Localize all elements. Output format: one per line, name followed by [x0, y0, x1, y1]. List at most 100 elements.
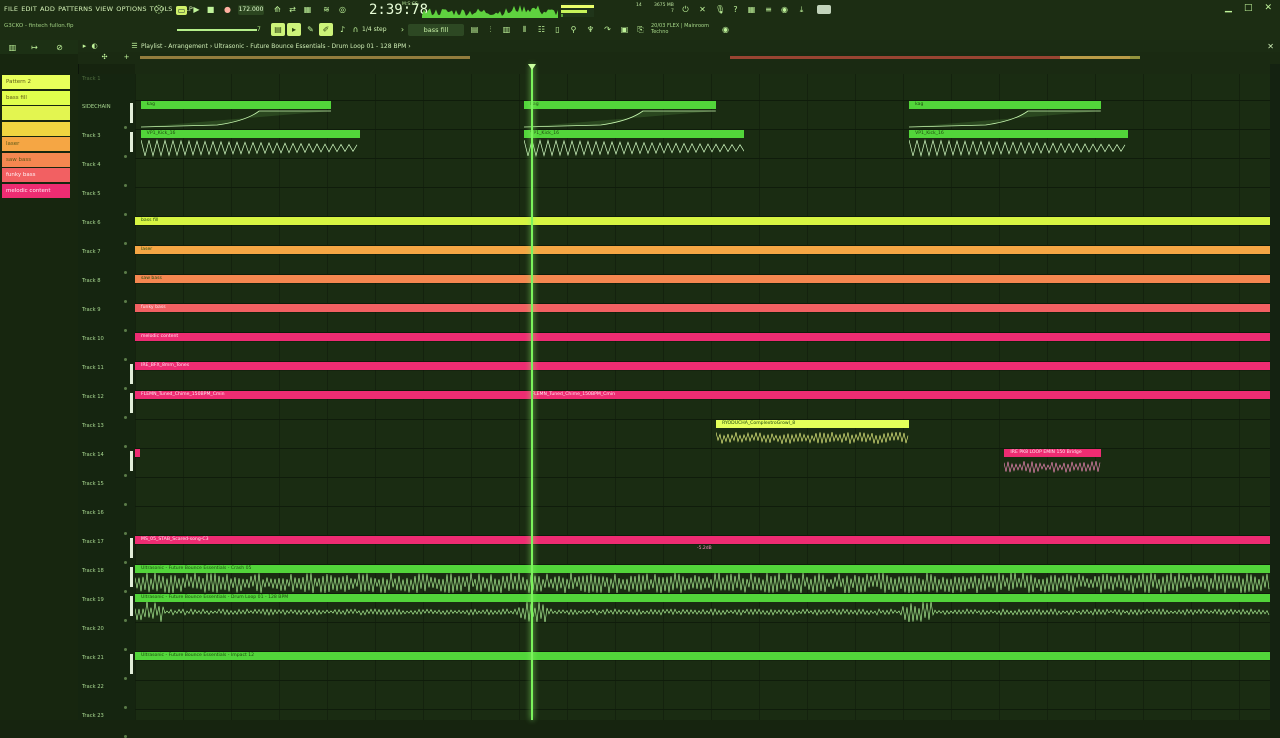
playlist-close-icon[interactable]: ✕ [1267, 42, 1274, 51]
playhead[interactable] [531, 64, 533, 720]
pattern-item[interactable]: saw bass [2, 152, 70, 167]
snap-magnet-button[interactable]: ▤ [271, 23, 285, 36]
playlist-clip[interactable]: MS_05_STAB_Scared-song-C3 [135, 536, 1270, 545]
track-name[interactable]: Track 9 [82, 307, 101, 313]
playlist-clip[interactable]: kag [140, 101, 332, 129]
track-name[interactable]: Track 21 [82, 655, 104, 661]
track-name[interactable]: Track 17 [82, 539, 104, 545]
track-mute-led[interactable] [124, 387, 127, 390]
menu-file[interactable]: FILE [4, 5, 18, 13]
playlist-clip[interactable]: kag [524, 101, 717, 129]
track-mute-led[interactable] [124, 184, 127, 187]
playlist-clip[interactable]: FLEMN_Tuned_Chime_150BPM_Cmin [135, 391, 526, 400]
track-name[interactable]: Track 16 [82, 510, 104, 516]
playlist-clip[interactable]: Ultrasonic - Future Bounce Essentials - … [135, 652, 1270, 661]
browser-view-icon[interactable]: ☷ [537, 25, 546, 34]
microphone-icon[interactable]: 🎙 [715, 5, 725, 14]
track-select-bar[interactable] [130, 364, 133, 384]
track-name[interactable]: SIDECHAIN [82, 104, 111, 110]
track-mute-led[interactable] [124, 329, 127, 332]
track-select-bar[interactable] [130, 451, 133, 471]
track-mute-led[interactable] [124, 242, 127, 245]
playlist-clip[interactable]: saw bass [135, 275, 1270, 284]
help-icon[interactable]: ? [731, 5, 740, 14]
channel-rack-icon[interactable]: ▤ [470, 25, 479, 34]
track-mute-led[interactable] [124, 126, 127, 129]
pattern-item[interactable]: bass fill [2, 90, 70, 105]
track-name[interactable]: Track 8 [82, 278, 101, 284]
track-name[interactable]: Track 11 [82, 365, 104, 371]
snap-arrow-icon[interactable]: ∩ [351, 25, 360, 34]
track-name[interactable]: Track 4 [82, 162, 101, 168]
typing-keyboard-icon[interactable]: ▦ [303, 5, 312, 14]
track-mute-led[interactable] [124, 648, 127, 651]
playlist-clip[interactable]: laser [135, 246, 1270, 255]
browser-menu-icon[interactable]: ▥ [8, 43, 17, 52]
track-name[interactable]: Track 15 [82, 481, 104, 487]
menu-add[interactable]: ADD [40, 5, 55, 13]
render-icon[interactable]: ▣ [620, 25, 629, 34]
playhead-marker-icon[interactable] [528, 64, 536, 70]
track-mute-led[interactable] [124, 445, 127, 448]
record-icon[interactable]: ● [223, 5, 232, 14]
vertical-scrollbar[interactable] [1270, 64, 1280, 720]
playlist-menu-arrow-icon[interactable]: ▸ [80, 42, 89, 51]
pattern-item[interactable]: laser [2, 137, 70, 151]
connect-icon[interactable]: ⚲ [569, 25, 578, 34]
playlist-options-icon[interactable]: ◐ [90, 42, 99, 51]
online-status-icon[interactable]: ◉ [721, 25, 730, 34]
track-mute-led[interactable] [124, 474, 127, 477]
pattern-item[interactable]: melodic content [2, 183, 70, 198]
blend-notes-icon[interactable]: ≋ [322, 5, 331, 14]
track-name[interactable]: Track 18 [82, 568, 104, 574]
playlist-clip[interactable]: VP1_Kick_16 [909, 130, 1129, 158]
playlist-overview[interactable] [140, 54, 1270, 62]
playlist-clip[interactable]: Ultrasonic - Future Bounce Essentials - … [135, 565, 1270, 593]
paint-tool-button[interactable]: ✐ [319, 23, 333, 36]
arrangement-grid[interactable]: kag kag kag VP1_Kick_16 VP1_Kick_16 VP1_Kick_… [135, 74, 1270, 720]
account-icon[interactable] [817, 5, 831, 14]
pattern-item[interactable]: funky bass [2, 168, 70, 182]
playlist-clip[interactable]: Ultrasonic - Future Bounce Essentials - … [135, 594, 1270, 622]
download-icon[interactable]: ⤓ [797, 5, 806, 14]
track-select-bar[interactable] [130, 103, 133, 123]
grid-icon[interactable]: ▦ [747, 5, 756, 14]
playlist-view-icon[interactable]: ⫴ [520, 25, 529, 34]
playlist-clip[interactable]: IRE PK8 LOOP EMIN 150 Bridge [1004, 449, 1101, 477]
track-name[interactable]: Track 5 [82, 191, 101, 197]
window-close-icon[interactable]: ✕ [1264, 3, 1272, 13]
master-volume-slider[interactable] [177, 29, 257, 31]
track-mute-led[interactable] [124, 561, 127, 564]
track-mute-led[interactable] [124, 416, 127, 419]
playlist-clip[interactable] [135, 449, 140, 458]
playlist-clip[interactable]: VP1_Kick_16 [524, 130, 745, 158]
track-name[interactable]: Track 6 [82, 220, 101, 226]
track-mute-led[interactable] [124, 532, 127, 535]
browser-arrow-icon[interactable]: ↦ [30, 43, 39, 52]
track-mute-led[interactable] [124, 155, 127, 158]
slide-tool-button[interactable]: ▸ [287, 23, 301, 36]
draw-tool-icon[interactable]: ✎ [306, 25, 315, 34]
track-mute-led[interactable] [124, 590, 127, 593]
tempo-display[interactable]: 172.000 [238, 5, 264, 15]
track-name[interactable]: Track 3 [82, 133, 101, 139]
track-select-bar[interactable] [130, 538, 133, 558]
menu-patterns[interactable]: PATTERNS [58, 5, 92, 13]
tempo-tap-icon[interactable]: ♆ [586, 25, 595, 34]
browser-search-icon[interactable]: ⊘ [55, 43, 64, 52]
track-mute-led[interactable] [124, 358, 127, 361]
mute-tool-icon[interactable]: ♪ [338, 25, 347, 34]
minimize-icon[interactable]: ▁ [1225, 3, 1232, 13]
track-name[interactable]: Track 10 [82, 336, 104, 342]
step-edit-icon[interactable]: ◎ [338, 5, 347, 14]
metronome-icon[interactable]: ⟰ [273, 5, 282, 14]
close-x-icon[interactable]: ✕ [698, 5, 707, 14]
pattern-selector[interactable]: bass fill [408, 24, 464, 36]
track-name[interactable]: Track 20 [82, 626, 104, 632]
playlist-clip[interactable]: IRE_BFX_8mm_Tones [135, 362, 1270, 371]
menu-options[interactable]: OPTIONS [116, 5, 146, 13]
track-name[interactable]: Track 12 [82, 394, 104, 400]
stop-icon[interactable]: ■ [206, 5, 215, 14]
arrow-right-icon[interactable]: › [398, 25, 407, 34]
track-name[interactable]: Track 19 [82, 597, 104, 603]
